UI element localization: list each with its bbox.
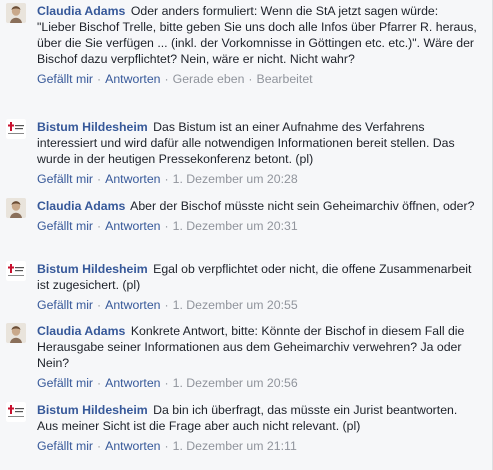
reply-link[interactable]: Antworten xyxy=(105,298,160,312)
comment-actions: Gefällt mir · Antworten · 1. Dezember um 21:… xyxy=(37,438,477,454)
separator: · xyxy=(164,219,169,233)
separator: · xyxy=(164,72,169,86)
like-link[interactable]: Gefällt mir xyxy=(37,439,93,453)
comment-actions: Gefällt mir · Antworten · 1. Dezember um 20:… xyxy=(37,218,477,234)
timestamp-link[interactable]: 1. Dezember um 20:56 xyxy=(173,376,298,390)
timestamp-link[interactable]: 1. Dezember um 21:11 xyxy=(173,439,297,453)
comment-author-link[interactable]: Claudia Adams xyxy=(37,4,125,18)
claudia-avatar-icon[interactable] xyxy=(6,3,26,23)
separator: · xyxy=(164,172,169,186)
timestamp-link[interactable]: 1. Dezember um 20:55 xyxy=(173,298,298,312)
bistum-logo-icon[interactable] xyxy=(6,402,26,422)
comment-author-link[interactable]: Bistum Hildesheim xyxy=(37,403,148,417)
separator: · xyxy=(97,376,102,390)
bistum-logo-icon[interactable] xyxy=(6,119,26,139)
comment-actions: Gefällt mir · Antworten · 1. Dezember um 20:… xyxy=(37,171,477,187)
separator: · xyxy=(97,72,102,86)
comment-text: Claudia Adams Oder anders formuliert: We… xyxy=(37,3,477,67)
separator: · xyxy=(97,298,102,312)
comment-actions: Gefällt mir · Antworten · 1. Dezember um 20:… xyxy=(37,297,477,313)
separator: · xyxy=(164,376,169,390)
edited-label[interactable]: Bearbeitet xyxy=(257,72,313,86)
comment-text: Bistum Hildesheim Da bin ich überfragt, … xyxy=(37,402,477,434)
comment-text: Bistum Hildesheim Egal ob verpflichtet o… xyxy=(37,261,477,293)
reply-link[interactable]: Antworten xyxy=(105,172,160,186)
separator: · xyxy=(248,72,253,86)
like-link[interactable]: Gefällt mir xyxy=(37,376,93,390)
like-link[interactable]: Gefällt mir xyxy=(37,219,93,233)
reply-link[interactable]: Antworten xyxy=(105,219,160,233)
comment-author-link[interactable]: Claudia Adams xyxy=(37,199,125,213)
comment-actions: Gefällt mir · Antworten · Gerade eben · Bearbe… xyxy=(37,71,477,87)
timestamp-link[interactable]: Gerade eben xyxy=(173,72,245,86)
timestamp-link[interactable]: 1. Dezember um 20:28 xyxy=(173,172,298,186)
comment-text: Claudia Adams Aber der Bischof müsste ni… xyxy=(37,198,477,214)
comment-message: Aber der Bischof müsste nicht sein Gehei… xyxy=(130,199,475,213)
reply-link[interactable]: Antworten xyxy=(105,439,160,453)
reply-link[interactable]: Antworten xyxy=(105,376,160,390)
comment-author-link[interactable]: Bistum Hildesheim xyxy=(37,262,148,276)
like-link[interactable]: Gefällt mir xyxy=(37,72,93,86)
bistum-logo-icon[interactable] xyxy=(6,261,26,281)
timestamp-link[interactable]: 1. Dezember um 20:31 xyxy=(173,219,298,233)
separator: · xyxy=(97,172,102,186)
separator: · xyxy=(164,298,169,312)
separator: · xyxy=(97,219,102,233)
comment-text: Bistum Hildesheim Das Bistum ist an eine… xyxy=(37,119,477,167)
comment-text: Claudia Adams Konkrete Antwort, bitte: K… xyxy=(37,323,477,371)
comment-author-link[interactable]: Bistum Hildesheim xyxy=(37,120,148,134)
comment-author-link[interactable]: Claudia Adams xyxy=(37,324,125,338)
reply-link[interactable]: Antworten xyxy=(105,72,160,86)
like-link[interactable]: Gefällt mir xyxy=(37,172,93,186)
comment-actions: Gefällt mir · Antworten · 1. Dezember um 20:… xyxy=(37,375,477,391)
claudia-avatar-icon[interactable] xyxy=(6,323,26,343)
like-link[interactable]: Gefällt mir xyxy=(37,298,93,312)
separator: · xyxy=(164,439,169,453)
separator: · xyxy=(97,439,102,453)
claudia-avatar-icon[interactable] xyxy=(6,198,26,218)
